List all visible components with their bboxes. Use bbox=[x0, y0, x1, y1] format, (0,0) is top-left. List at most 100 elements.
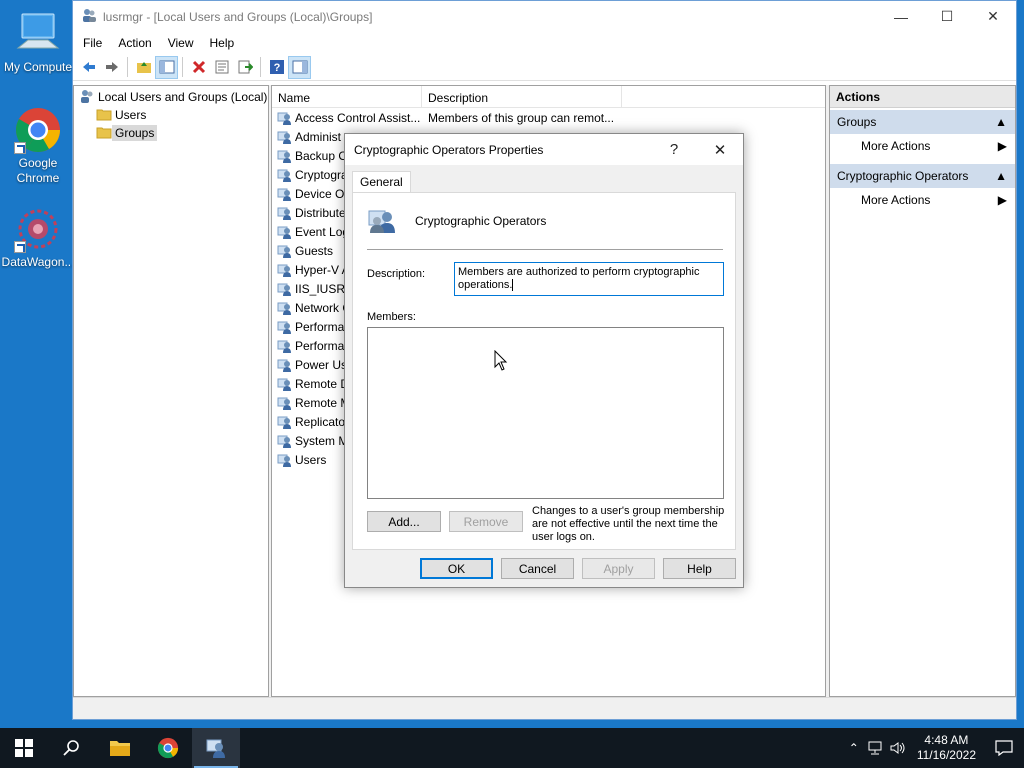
taskbar: ⌃ 4:48 AM 11/16/2022 bbox=[0, 728, 1024, 768]
clock[interactable]: 4:48 AM 11/16/2022 bbox=[909, 733, 984, 763]
row-name: Distribute bbox=[295, 205, 346, 220]
taskbar-file-explorer[interactable] bbox=[96, 728, 144, 768]
divider bbox=[367, 249, 723, 250]
tab-general[interactable]: General bbox=[352, 171, 411, 193]
apply-button[interactable]: Apply bbox=[582, 558, 655, 579]
dialog-close-button[interactable]: ✕ bbox=[697, 141, 743, 159]
submenu-arrow-icon: ▶ bbox=[997, 193, 1007, 207]
group-icon bbox=[277, 302, 291, 315]
show-hide-tree-icon[interactable] bbox=[155, 55, 178, 79]
action-more-actions-selected[interactable]: More Actions ▶ bbox=[830, 188, 1015, 212]
actions-pane: Actions Groups ▲ More Actions ▶ Cryptogr… bbox=[829, 85, 1016, 697]
close-button[interactable]: ✕ bbox=[970, 1, 1016, 32]
tree-item-users[interactable]: Users bbox=[74, 106, 268, 124]
shortcut-arrow-icon bbox=[14, 142, 26, 154]
menu-help[interactable]: Help bbox=[202, 36, 243, 50]
add-member-button[interactable]: Add... bbox=[367, 511, 441, 532]
taskbar-lusrmgr[interactable] bbox=[192, 728, 240, 768]
network-icon[interactable] bbox=[865, 741, 887, 755]
group-icon bbox=[277, 397, 291, 410]
users-group-icon bbox=[81, 7, 97, 26]
chrome-icon bbox=[157, 737, 179, 759]
ok-button[interactable]: OK bbox=[420, 558, 493, 579]
dialog-tabs: General bbox=[352, 171, 411, 193]
desktop-icon-my-computer[interactable]: My Compute bbox=[0, 10, 76, 75]
row-name: Guests bbox=[295, 243, 334, 258]
datawagon-icon bbox=[14, 205, 62, 253]
up-folder-icon[interactable] bbox=[132, 56, 155, 79]
group-icon bbox=[277, 264, 291, 277]
title-bar[interactable]: lusrmgr - [Local Users and Groups (Local… bbox=[73, 1, 1016, 32]
group-icon bbox=[277, 112, 291, 125]
start-button[interactable] bbox=[0, 728, 48, 768]
clock-time: 4:48 AM bbox=[924, 733, 969, 747]
menu-view[interactable]: View bbox=[160, 36, 202, 50]
members-list[interactable] bbox=[367, 327, 724, 499]
back-arrow-icon[interactable] bbox=[77, 56, 100, 79]
row-name: Remote M bbox=[295, 395, 351, 410]
collapse-arrow-icon[interactable]: ▲ bbox=[995, 169, 1007, 183]
help-button[interactable]: Help bbox=[663, 558, 736, 579]
description-field[interactable]: Members are authorized to perform crypto… bbox=[454, 262, 724, 296]
row-name: Event Log bbox=[295, 224, 350, 239]
shortcut-arrow-icon bbox=[14, 241, 26, 253]
column-name[interactable]: Name bbox=[272, 86, 422, 107]
tree-item-label: Local Users and Groups (Local) bbox=[98, 90, 268, 104]
action-more-actions-groups[interactable]: More Actions ▶ bbox=[830, 134, 1015, 158]
tree-item-groups[interactable]: Groups bbox=[74, 124, 268, 142]
windows-logo-icon bbox=[15, 739, 33, 757]
computer-icon bbox=[14, 10, 62, 58]
delete-icon[interactable] bbox=[187, 56, 210, 79]
actions-header: Actions bbox=[830, 86, 1015, 108]
desktop-icon-datawagon[interactable]: DataWagon... bbox=[0, 205, 76, 270]
row-name: Access Control Assist... bbox=[295, 110, 421, 125]
desktop-icon-label: Google Chrome bbox=[16, 156, 60, 185]
action-section-groups[interactable]: Groups ▲ bbox=[830, 110, 1015, 134]
export-list-icon[interactable] bbox=[233, 56, 256, 79]
chevron-up-icon[interactable]: ⌃ bbox=[843, 741, 865, 755]
menu-action[interactable]: Action bbox=[110, 36, 159, 50]
help-icon[interactable]: ? bbox=[265, 56, 288, 79]
dialog-title-bar[interactable]: Cryptographic Operators Properties ? ✕ bbox=[345, 134, 743, 165]
volume-icon[interactable] bbox=[887, 741, 909, 755]
action-item-label: More Actions bbox=[861, 193, 931, 207]
action-section-selected[interactable]: Cryptographic Operators ▲ bbox=[830, 164, 1015, 188]
tree-item-root[interactable]: Local Users and Groups (Local) bbox=[74, 88, 268, 106]
row-name-cell: Access Control Assist... bbox=[272, 110, 422, 126]
cancel-button[interactable]: Cancel bbox=[501, 558, 574, 579]
dialog-help-button[interactable]: ? bbox=[651, 141, 697, 159]
search-button[interactable] bbox=[48, 728, 96, 768]
taskbar-chrome[interactable] bbox=[144, 728, 192, 768]
action-section-title: Groups bbox=[837, 115, 877, 129]
mouse-cursor-icon bbox=[494, 349, 508, 375]
group-icon bbox=[277, 150, 291, 163]
console-tree: Local Users and Groups (Local) Users Gro… bbox=[73, 85, 269, 697]
menu-file[interactable]: File bbox=[75, 36, 110, 50]
maximize-button[interactable]: ☐ bbox=[924, 1, 970, 32]
list-row[interactable]: Access Control Assist... Members of this … bbox=[272, 108, 825, 127]
clock-date: 11/16/2022 bbox=[916, 748, 976, 762]
show-action-pane-icon[interactable] bbox=[288, 55, 311, 79]
group-icon bbox=[277, 359, 291, 372]
folder-icon bbox=[96, 106, 112, 125]
users-group-icon bbox=[206, 739, 225, 758]
svg-text:?: ? bbox=[273, 62, 280, 74]
group-icon bbox=[277, 188, 291, 201]
group-icon bbox=[277, 131, 291, 144]
system-tray: ⌃ 4:48 AM 11/16/2022 bbox=[843, 728, 1024, 768]
remove-member-button[interactable]: Remove bbox=[449, 511, 523, 532]
desktop-icon-chrome[interactable]: Google Chrome bbox=[0, 106, 76, 186]
notification-icon[interactable] bbox=[984, 740, 1024, 756]
group-icon bbox=[277, 435, 291, 448]
minimize-button[interactable]: — bbox=[878, 1, 924, 32]
submenu-arrow-icon: ▶ bbox=[997, 139, 1007, 153]
group-icon bbox=[277, 226, 291, 239]
users-group-icon bbox=[79, 88, 95, 107]
column-description[interactable]: Description bbox=[422, 86, 622, 107]
properties-icon[interactable] bbox=[210, 56, 233, 79]
action-section-title: Cryptographic Operators bbox=[837, 169, 969, 183]
forward-arrow-icon[interactable] bbox=[100, 56, 123, 79]
row-name: Cryptogra bbox=[295, 167, 348, 182]
collapse-arrow-icon[interactable]: ▲ bbox=[995, 115, 1007, 129]
group-icon bbox=[277, 207, 291, 220]
